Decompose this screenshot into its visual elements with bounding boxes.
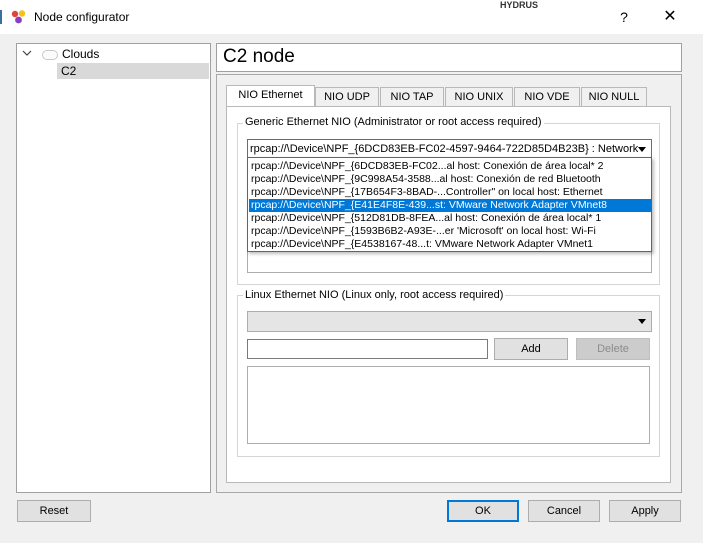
generic-ethernet-selected: rpcap://\Device\NPF_{6DCD83EB-FC02-4597-… (250, 143, 639, 155)
tab-nio-tap[interactable]: NIO TAP (380, 87, 444, 107)
tab-nio-vde[interactable]: NIO VDE (514, 87, 580, 107)
node-tree[interactable]: Clouds C2 (16, 43, 211, 493)
reset-button[interactable]: Reset (17, 500, 91, 522)
cloud-icon (42, 50, 58, 60)
close-button[interactable]: ✕ (655, 6, 685, 28)
background-window-text: HYDRUS (500, 0, 539, 10)
ok-button[interactable]: OK (447, 500, 519, 522)
generic-ethernet-title: Generic Ethernet NIO (Administrator or r… (243, 116, 544, 128)
tree-item-clouds[interactable]: Clouds (62, 46, 99, 62)
dropdown-option-highlighted[interactable]: rpcap://\Device\NPF_{E41E4F8E-439...st: … (249, 199, 652, 212)
window-title: Node configurator (34, 10, 130, 24)
dropdown-option[interactable]: rpcap://\Device\NPF_{6DCD83EB-FC02...al … (249, 160, 652, 173)
tab-nio-udp[interactable]: NIO UDP (315, 87, 379, 107)
dropdown-option[interactable]: rpcap://\Device\NPF_{17B654F3-8BAD-...Co… (249, 186, 652, 199)
linux-ethernet-list[interactable] (247, 366, 650, 444)
add-button[interactable]: Add (494, 338, 568, 360)
tab-nio-null[interactable]: NIO NULL (581, 87, 647, 107)
dropdown-option[interactable]: rpcap://\Device\NPF_{1593B6B2-A93E-...er… (249, 225, 652, 238)
dropdown-option[interactable]: rpcap://\Device\NPF_{9C998A54-3588...al … (249, 173, 652, 186)
tab-nio-ethernet[interactable]: NIO Ethernet (226, 85, 315, 108)
chevron-down-icon[interactable] (22, 48, 32, 58)
linux-ethernet-title: Linux Ethernet NIO (Linux only, root acc… (243, 289, 506, 301)
linux-interface-input[interactable] (247, 339, 488, 359)
help-button[interactable]: ? (609, 6, 639, 28)
dropdown-option[interactable]: rpcap://\Device\NPF_{512D81DB-8FEA...al … (249, 212, 652, 225)
cancel-button[interactable]: Cancel (528, 500, 600, 522)
tree-item-c2[interactable]: C2 (57, 63, 209, 79)
generic-ethernet-dropdown[interactable]: rpcap://\Device\NPF_{6DCD83EB-FC02...al … (247, 157, 652, 252)
app-icon (11, 10, 26, 24)
apply-button[interactable]: Apply (609, 500, 681, 522)
tab-nio-unix[interactable]: NIO UNIX (445, 87, 513, 107)
node-title: C2 node (223, 46, 295, 67)
linux-ethernet-select[interactable] (247, 311, 652, 332)
chevron-down-icon[interactable] (638, 147, 646, 152)
dropdown-option[interactable]: rpcap://\Device\NPF_{E4538167-48...t: VM… (249, 238, 652, 251)
tree-item-label: C2 (61, 64, 77, 78)
delete-button[interactable]: Delete (576, 338, 650, 360)
window-edge (0, 10, 2, 24)
node-title-panel: C2 node (216, 43, 682, 72)
chevron-down-icon[interactable] (638, 319, 646, 324)
